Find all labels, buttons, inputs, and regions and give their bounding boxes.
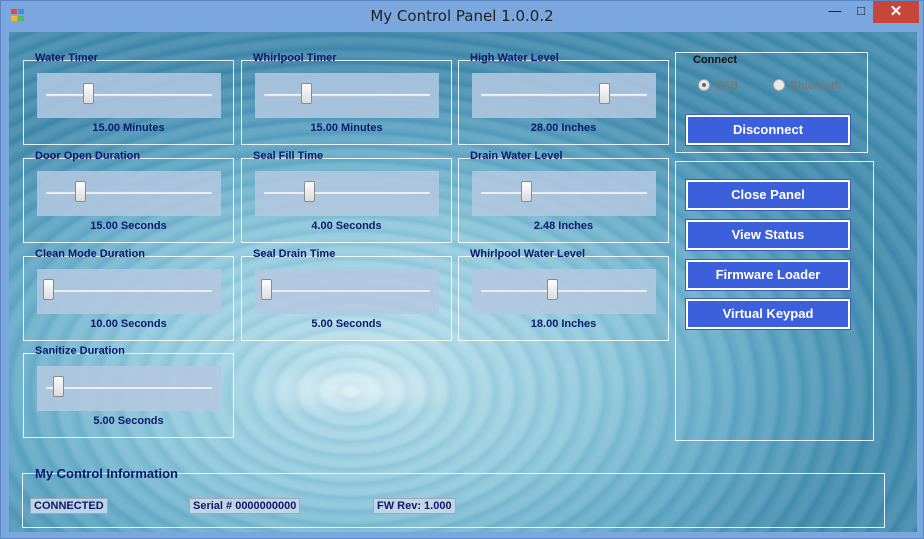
disconnect-button[interactable]: Disconnect: [685, 114, 851, 146]
close-panel-button[interactable]: Close Panel: [685, 179, 851, 211]
serial-number-label: Serial # 0000000000: [189, 498, 301, 514]
slider-track: [45, 386, 213, 390]
slider-label: Sanitize Duration: [35, 345, 125, 357]
usb-label: USB: [715, 80, 739, 92]
slider-label: Drain Water Level: [470, 150, 563, 162]
connect-label: Connect: [693, 54, 737, 66]
clean-mode-duration-slider[interactable]: [37, 269, 221, 314]
virtual-keypad-button[interactable]: Virtual Keypad: [685, 298, 851, 330]
window-title: My Control Panel 1.0.0.2: [370, 7, 554, 25]
close-icon[interactable]: ✕: [873, 1, 919, 23]
slider-track: [263, 191, 431, 195]
app-window: My Control Panel 1.0.0.2 — □ ✕ Water Tim…: [0, 0, 924, 539]
slider-group-high-water-level: High Water Level 28.00 Inches: [458, 52, 669, 145]
maximize-icon[interactable]: □: [847, 1, 875, 23]
control-information-title: My Control Information: [35, 466, 178, 481]
drain-water-level-slider[interactable]: [472, 171, 656, 216]
slider-value: 10.00 Seconds: [90, 318, 167, 330]
slider-label: Clean Mode Duration: [35, 248, 146, 260]
firmware-loader-button[interactable]: Firmware Loader: [685, 259, 851, 291]
slider-group-seal-drain-time: Seal Drain Time 5.00 Seconds: [241, 248, 452, 341]
radio-selected-icon: [698, 79, 710, 91]
bluetooth-radio[interactable]: Bluetooth: [773, 79, 841, 92]
slider-label: Whirlpool Water Level: [470, 248, 586, 260]
view-status-button[interactable]: View Status: [685, 219, 851, 251]
slider-track: [263, 289, 431, 293]
slider-group-sanitize-duration: Sanitize Duration 5.00 Seconds: [23, 345, 234, 438]
slider-group-clean-mode-duration: Clean Mode Duration 10.00 Seconds: [23, 248, 234, 341]
slider-label: Whirlpool Timer: [253, 52, 337, 64]
slider-thumb[interactable]: [521, 181, 533, 202]
slider-track: [45, 191, 213, 195]
slider-thumb[interactable]: [261, 279, 272, 300]
connection-status-label: CONNECTED: [30, 498, 108, 514]
slider-thumb[interactable]: [75, 181, 87, 202]
slider-label: High Water Level: [470, 52, 559, 64]
slider-value: 15.00 Minutes: [310, 122, 383, 134]
minimize-icon[interactable]: —: [821, 1, 849, 23]
slider-group-whirlpool-water-level: Whirlpool Water Level 18.00 Inches: [458, 248, 669, 341]
control-information-group: My Control Information CONNECTED Serial …: [22, 466, 885, 528]
client-area: Water Timer 15.00 Minutes Whirlpool Time…: [9, 32, 917, 532]
door-open-duration-slider[interactable]: [37, 171, 221, 216]
water-timer-slider[interactable]: [37, 73, 221, 118]
slider-thumb[interactable]: [52, 376, 64, 397]
bluetooth-label: Bluetooth: [790, 80, 842, 92]
slider-track: [480, 93, 648, 97]
slider-track: [480, 191, 648, 195]
slider-thumb[interactable]: [547, 279, 559, 300]
slider-label: Door Open Duration: [35, 150, 141, 162]
slider-value: 2.48 Inches: [533, 220, 594, 232]
slider-value: 5.00 Seconds: [93, 415, 164, 427]
slider-label: Seal Fill Time: [253, 150, 324, 162]
slider-value: 28.00 Inches: [530, 122, 597, 134]
slider-thumb[interactable]: [301, 83, 313, 104]
firmware-revision-label: FW Rev: 1.000: [373, 498, 456, 514]
slider-thumb[interactable]: [83, 83, 95, 104]
slider-value: 4.00 Seconds: [311, 220, 382, 232]
whirlpool-timer-slider[interactable]: [255, 73, 439, 118]
slider-group-drain-water-level: Drain Water Level 2.48 Inches: [458, 150, 669, 243]
slider-value: 15.00 Minutes: [92, 122, 165, 134]
slider-thumb[interactable]: [43, 279, 54, 300]
high-water-level-slider[interactable]: [472, 73, 656, 118]
slider-value: 18.00 Inches: [530, 318, 597, 330]
seal-drain-time-slider[interactable]: [255, 269, 439, 314]
slider-group-door-open-duration: Door Open Duration 15.00 Seconds: [23, 150, 234, 243]
slider-group-seal-fill-time: Seal Fill Time 4.00 Seconds: [241, 150, 452, 243]
radio-unselected-icon: [773, 79, 785, 91]
slider-value: 15.00 Seconds: [90, 220, 167, 232]
whirlpool-water-level-slider[interactable]: [472, 269, 656, 314]
title-bar: My Control Panel 1.0.0.2 — □ ✕: [1, 1, 923, 31]
slider-label: Water Timer: [35, 52, 98, 64]
slider-group-whirlpool-timer: Whirlpool Timer 15.00 Minutes: [241, 52, 452, 145]
sanitize-duration-slider[interactable]: [37, 366, 221, 411]
slider-thumb[interactable]: [304, 181, 316, 202]
seal-fill-time-slider[interactable]: [255, 171, 439, 216]
slider-group-water-timer: Water Timer 15.00 Minutes: [23, 52, 234, 145]
slider-label: Seal Drain Time: [253, 248, 336, 260]
slider-track: [45, 289, 213, 293]
usb-radio[interactable]: USB: [698, 79, 738, 92]
slider-track: [263, 93, 431, 97]
slider-thumb[interactable]: [598, 83, 610, 104]
slider-value: 5.00 Seconds: [311, 318, 382, 330]
slider-track: [480, 289, 648, 293]
slider-track: [45, 93, 213, 97]
